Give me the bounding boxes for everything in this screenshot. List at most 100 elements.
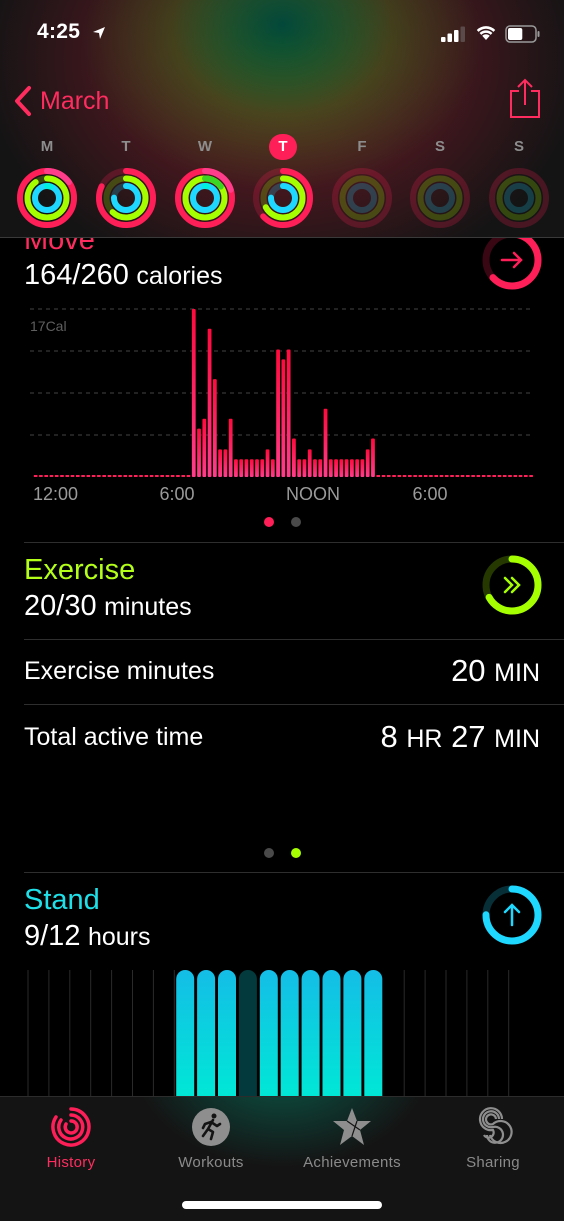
page-dot[interactable] xyxy=(264,517,274,527)
page-dot[interactable] xyxy=(264,848,274,858)
tab-history-label: History xyxy=(46,1154,96,1171)
empty-slot-mark xyxy=(102,475,106,477)
move-value: 164/260 calories xyxy=(24,259,223,292)
empty-slot-mark xyxy=(81,475,85,477)
day-0[interactable]: M xyxy=(14,130,80,235)
empty-slot-mark xyxy=(381,475,386,477)
move-bar xyxy=(197,428,201,477)
day-4[interactable]: F xyxy=(329,130,395,235)
tab-achievements-label: Achievements xyxy=(303,1154,401,1171)
day-label: F xyxy=(357,138,367,155)
arrow-right-icon xyxy=(500,251,523,269)
empty-slot-mark xyxy=(466,475,470,477)
day-label: S xyxy=(513,138,524,155)
empty-slot-mark xyxy=(402,475,407,477)
stand-hour-bar xyxy=(259,970,278,1096)
stand-hour-bar xyxy=(301,970,320,1096)
activity-rings-icon xyxy=(96,168,156,228)
stand-hours-chart xyxy=(27,970,510,1096)
exercise-ring-button[interactable] xyxy=(481,554,543,616)
activity-rings-icon xyxy=(332,168,392,228)
value-unit: MIN xyxy=(494,659,540,687)
value-number: 20 xyxy=(451,653,486,688)
stand-ring xyxy=(190,183,220,213)
total-active-time-value: 8 HR 27 MIN xyxy=(380,719,540,755)
empty-slot-mark xyxy=(413,475,417,477)
move-title: Move xyxy=(24,238,95,256)
stand-hour-bar xyxy=(197,970,216,1096)
activity-rings-icon xyxy=(253,168,313,228)
back-button[interactable]: March xyxy=(12,85,109,117)
move-bar xyxy=(270,459,275,477)
empty-slot-mark xyxy=(429,475,433,477)
stand-ring-track xyxy=(425,183,455,213)
tab-workouts[interactable]: Workouts xyxy=(141,1107,281,1171)
move-bar xyxy=(328,459,333,477)
divider xyxy=(24,872,564,873)
activity-rings-icon xyxy=(489,168,549,228)
empty-slot-mark xyxy=(471,475,475,477)
move-bar xyxy=(323,408,328,477)
tab-history[interactable]: History xyxy=(1,1107,141,1171)
move-chart: 17Cal xyxy=(0,298,564,498)
day-5[interactable]: S xyxy=(407,130,473,235)
stand-hour-bar xyxy=(176,970,195,1096)
activity-detail-scroll[interactable]: Move 164/260 calories 17Cal 12:00 6:00 NOO… xyxy=(0,238,564,1096)
page-dot[interactable] xyxy=(291,848,301,858)
signal-bar xyxy=(460,26,465,42)
tab-achievements[interactable]: Achievements xyxy=(282,1107,422,1171)
empty-slot-mark xyxy=(524,475,528,477)
empty-slot-mark xyxy=(65,475,70,477)
signal-bar xyxy=(441,37,446,42)
move-ring-button[interactable] xyxy=(481,238,543,291)
empty-slot-mark xyxy=(165,475,170,477)
page-dot[interactable] xyxy=(291,517,301,527)
day-2[interactable]: W xyxy=(172,130,238,235)
empty-slot-mark xyxy=(508,475,512,477)
empty-slot-mark xyxy=(97,475,101,477)
signal-bar xyxy=(454,30,459,42)
move-bar xyxy=(207,328,212,477)
move-chart-x-tick: NOON xyxy=(286,484,340,504)
move-bar xyxy=(371,438,375,477)
empty-slot-mark xyxy=(529,475,533,477)
empty-slot-mark xyxy=(386,475,391,477)
day-label: W xyxy=(197,138,213,155)
move-chart-x-tick: 6:00 xyxy=(412,484,448,504)
move-bar xyxy=(339,459,344,477)
home-indicator[interactable] xyxy=(182,1201,382,1209)
stand-hour-bar xyxy=(280,970,299,1096)
move-chart-x-tick: 6:00 xyxy=(159,484,195,504)
value-number: 8 xyxy=(380,719,398,754)
move-bar xyxy=(249,459,254,477)
wifi-icon xyxy=(476,26,496,40)
move-bar xyxy=(239,459,244,477)
share-icon[interactable] xyxy=(508,77,542,119)
empty-slot-mark xyxy=(439,475,444,477)
empty-slot-mark xyxy=(139,475,143,477)
day-1[interactable]: T xyxy=(93,130,159,235)
stand-hour-bar xyxy=(218,970,236,1096)
move-bar xyxy=(302,459,307,477)
move-bar xyxy=(191,309,196,477)
activity-rings-icon xyxy=(175,168,235,228)
stand-ring-button[interactable] xyxy=(481,884,543,946)
stand-value: 9/12 hours xyxy=(24,920,151,953)
move-bar xyxy=(344,459,349,477)
empty-slot-mark xyxy=(70,475,75,477)
move-bar xyxy=(313,459,317,477)
empty-slot-mark xyxy=(392,475,396,477)
empty-slot-mark xyxy=(86,475,91,477)
day-6[interactable]: S xyxy=(486,130,552,235)
empty-slot-mark xyxy=(170,475,175,477)
move-bar xyxy=(297,459,302,477)
tab-sharing[interactable]: Sharing xyxy=(423,1107,563,1171)
exercise-page-indicator xyxy=(264,848,301,858)
move-page-indicator xyxy=(264,517,301,527)
empty-slot-mark xyxy=(60,475,64,477)
exercise-current: 20/30 xyxy=(24,590,97,622)
day-3[interactable]: T xyxy=(250,130,316,235)
stand-current: 9/12 xyxy=(24,920,81,952)
move-chart-y-label: 17Cal xyxy=(30,318,67,334)
empty-slot-mark xyxy=(481,475,486,477)
